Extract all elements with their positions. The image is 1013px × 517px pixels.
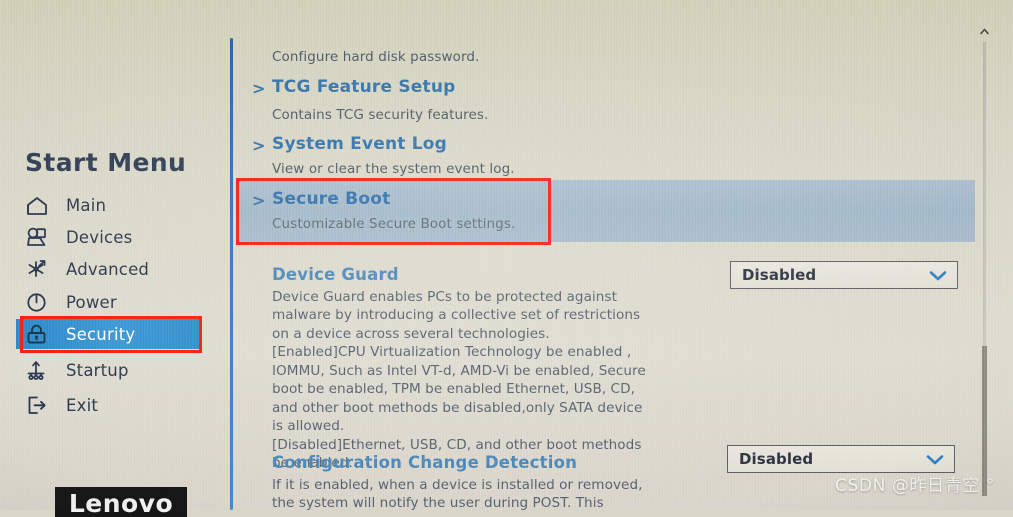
annotation-box-secure-boot (236, 178, 551, 245)
setting-heading-device-guard: Device Guard (272, 265, 399, 284)
sidebar-item-label: Power (66, 292, 117, 312)
home-icon (22, 192, 52, 218)
setting-description-configuration-change-detection: If it is enabled, when a device is insta… (272, 477, 643, 512)
sidebar: Start Menu Main Devices Advanced Power S… (0, 0, 222, 517)
sidebar-item-main[interactable]: Main (22, 190, 200, 220)
sidebar-item-startup[interactable]: Startup (22, 355, 200, 385)
sidebar-item-label: Main (66, 195, 107, 215)
menu-item-desc: Contains TCG security features. (272, 107, 489, 123)
dropdown-value: Disabled (742, 266, 817, 284)
devices-icon (22, 224, 52, 250)
bios-screen: Start Menu Main Devices Advanced Power S… (0, 0, 1013, 517)
hard-disk-password-desc: Configure hard disk password. (272, 49, 480, 65)
power-icon (22, 289, 52, 315)
exit-icon (22, 392, 52, 418)
sidebar-item-power[interactable]: Power (22, 287, 200, 317)
sidebar-item-label: Advanced (66, 259, 150, 279)
setting-heading-configuration-change-detection: Configuration Change Detection (272, 453, 578, 472)
chevron-right-icon: > (252, 136, 266, 155)
lenovo-logo: Lenovo (55, 487, 187, 517)
sidebar-item-label: Devices (66, 227, 133, 247)
sidebar-item-label: Exit (66, 395, 99, 415)
caret-up-icon[interactable] (980, 28, 989, 35)
sidebar-item-exit[interactable]: Exit (22, 390, 200, 420)
menu-item-tcg-feature-setup[interactable]: TCG Feature Setup (272, 77, 456, 97)
sidebar-item-devices[interactable]: Devices (22, 222, 200, 252)
sidebar-item-advanced[interactable]: Advanced (22, 254, 200, 284)
vertical-scrollbar[interactable] (980, 28, 989, 498)
device-guard-dropdown[interactable]: Disabled (730, 261, 958, 289)
dropdown-value: Disabled (739, 450, 814, 468)
menu-item-system-event-log[interactable]: System Event Log (272, 134, 447, 154)
panel-divider (230, 38, 233, 510)
chevron-right-icon: > (252, 79, 266, 98)
lenovo-logo-text: Lenovo (68, 489, 174, 517)
chevron-down-icon[interactable] (928, 269, 948, 282)
watermark: CSDN @昨日青空 ° (835, 476, 995, 496)
sidebar-item-label: Startup (66, 360, 129, 380)
chevron-down-icon[interactable] (925, 453, 945, 466)
settings-panel: Configure hard disk password. > TCG Feat… (238, 0, 978, 512)
advanced-icon (22, 256, 52, 282)
annotation-box-security (20, 316, 202, 353)
menu-item-desc: View or clear the system event log. (272, 161, 515, 177)
page-title: Start Menu (25, 148, 187, 177)
setting-description-device-guard: Device Guard enables PCs to be protected… (272, 289, 646, 472)
configuration-change-detection-dropdown[interactable]: Disabled (727, 445, 955, 473)
startup-icon (22, 357, 52, 383)
